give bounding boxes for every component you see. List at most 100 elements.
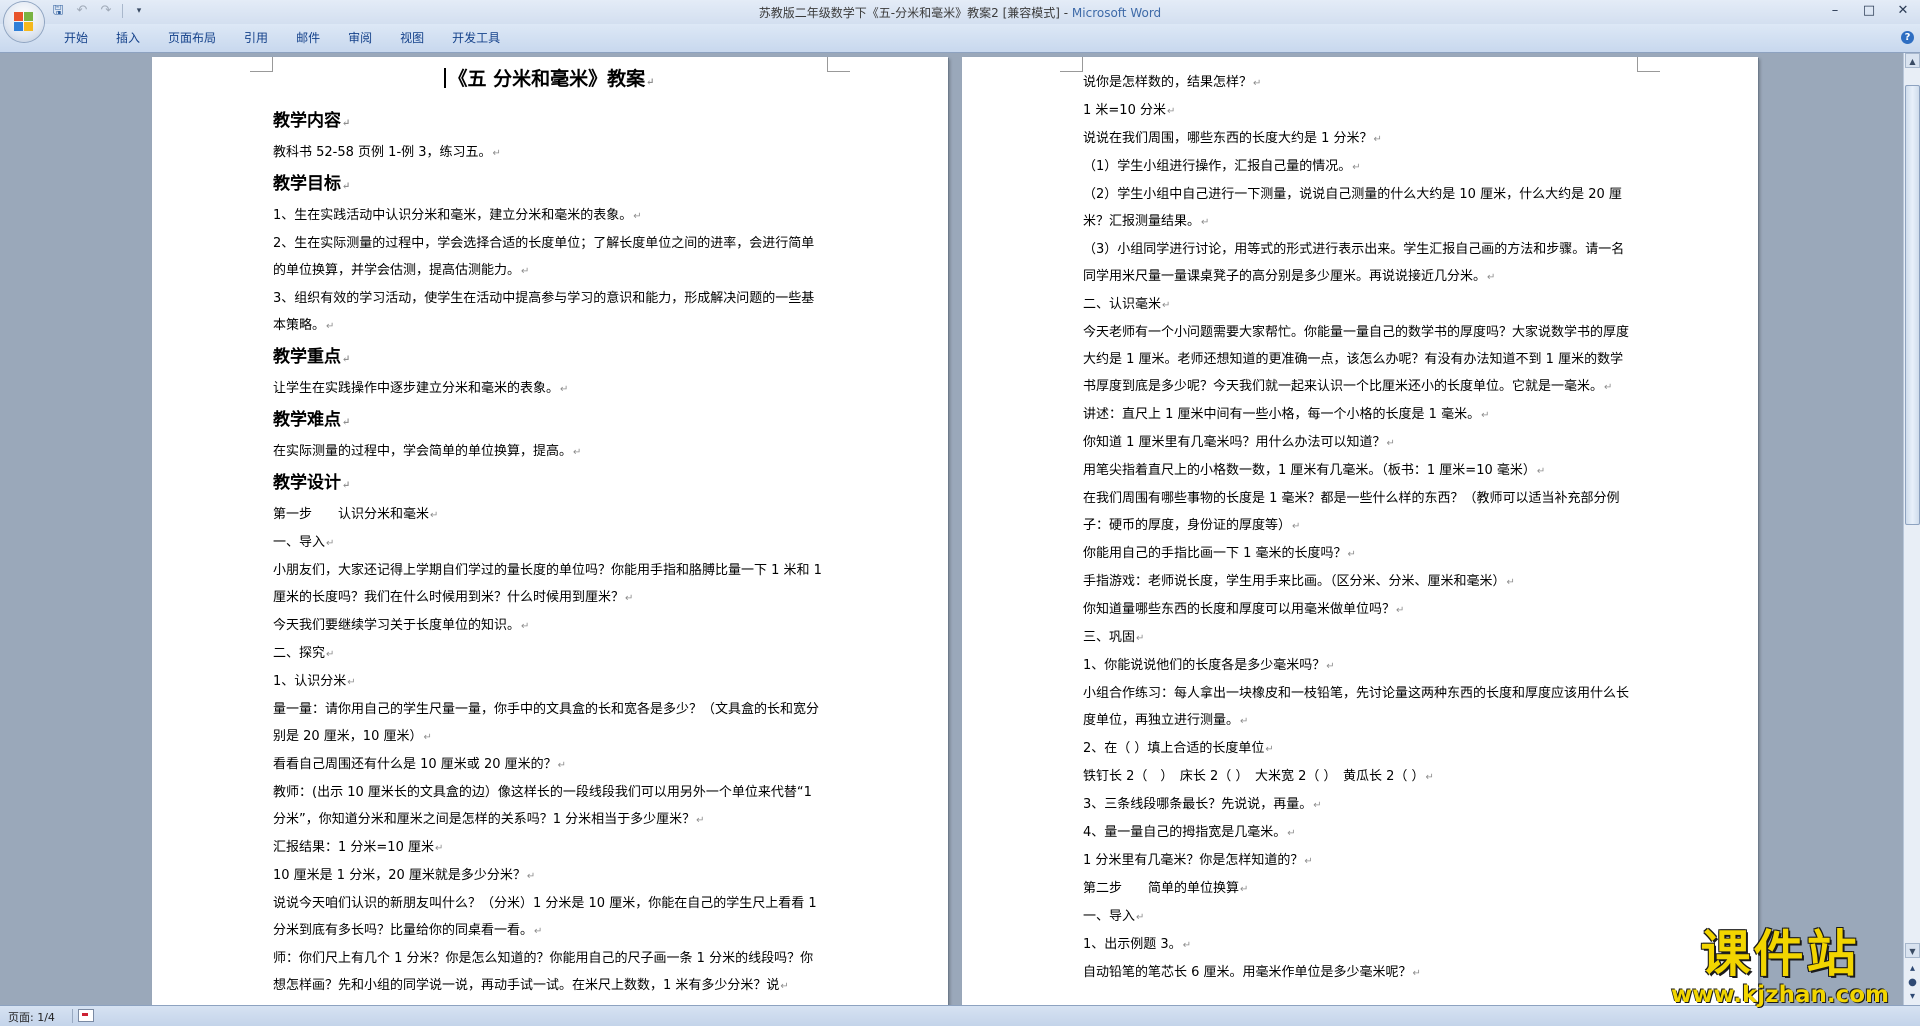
paragraph-text: 教师：(出示 10 厘米长的文具盒的边）像这样长的一段线段我们可以用另外一个单位… — [273, 785, 812, 827]
paragraph-text: 用笔尖指着直尺上的小格数一数，1 厘米有几毫米。（板书：1 厘米=10 毫米） — [1083, 463, 1536, 478]
help-icon[interactable]: ? — [1901, 31, 1914, 44]
page-content[interactable]: 《五 分米和毫米》教案↵ 教学内容↵ 教科书 52-58 页例 1-例 3，练习五。… — [273, 63, 826, 1000]
section-heading: 教学内容↵ — [273, 106, 826, 139]
window-title-app: Microsoft Word — [1071, 6, 1162, 20]
previous-page-icon[interactable]: ▴ — [1905, 961, 1920, 976]
page-count[interactable]: 页面: 1/4 — [8, 1009, 55, 1025]
paragraph-mark-icon: ↵ — [1386, 438, 1395, 449]
paragraph: 自动铅笔的笔芯长 6 厘米。用毫米作单位是多少毫米呢？↵ — [1083, 959, 1636, 987]
paragraph: 三、巩固↵ — [1083, 624, 1636, 652]
document-page-right[interactable]: 说你是怎样数的，结果怎样？↵ 1 米=10 分米↵ 说说在我们周围，哪些东西的长度大… — [962, 57, 1758, 1005]
watermark-url: www.kjzhan.com — [1671, 982, 1889, 1008]
paragraph-mark-icon: ↵ — [1604, 382, 1613, 393]
paragraph-text: 今天我们要继续学习关于长度单位的知识。 — [273, 618, 521, 633]
paragraph-text: 小组合作练习：每人拿出一块橡皮和一枝铅笔，先讨论量这两种东西的长度和厚度应该用什… — [1083, 686, 1630, 728]
paragraph-mark-icon: ↵ — [430, 510, 439, 521]
document-page-left[interactable]: 《五 分米和毫米》教案↵ 教学内容↵ 教科书 52-58 页例 1-例 3，练习五。… — [152, 57, 948, 1005]
paragraph: 2、在（ ）填上合适的长度单位↵ — [1083, 735, 1636, 763]
section-heading-text: 教学内容 — [273, 111, 341, 131]
minimize-icon[interactable]: – — [1818, 0, 1852, 22]
paragraph-mark-icon: ↵ — [1182, 940, 1192, 951]
section-heading-text: 教学难点 — [273, 410, 341, 430]
office-logo-icon — [14, 12, 34, 32]
paragraph-mark-icon: ↵ — [342, 354, 351, 365]
paragraph-mark-icon: ↵ — [326, 321, 335, 332]
close-icon[interactable]: ✕ — [1886, 0, 1920, 22]
paragraph-text: 3、组织有效的学习活动，使学生在活动中提高参与学习的意识和能力，形成解决问题的一… — [273, 291, 815, 333]
paragraph: 10 厘米是 1 分米，20 厘米就是多少分米？↵ — [273, 862, 826, 890]
tab-4[interactable]: 邮件 — [282, 29, 334, 47]
tab-7[interactable]: 开发工具 — [438, 29, 514, 47]
paragraph: 你知道 1 厘米里有几毫米吗？用什么办法可以知道？↵ — [1083, 429, 1636, 457]
paragraph: 用笔尖指着直尺上的小格数一数，1 厘米有几毫米。（板书：1 厘米=10 毫米）↵ — [1083, 457, 1636, 485]
tab-2[interactable]: 页面布局 — [154, 29, 230, 47]
paragraph: 3、组织有效的学习活动，使学生在活动中提高参与学习的意识和能力，形成解决问题的一… — [273, 285, 826, 340]
paragraph-text: 你知道 1 厘米里有几毫米吗？用什么办法可以知道？ — [1083, 435, 1386, 450]
browse-object-icon[interactable]: ● — [1905, 975, 1920, 990]
office-button[interactable] — [4, 2, 44, 42]
page-content[interactable]: 说你是怎样数的，结果怎样？↵ 1 米=10 分米↵ 说说在我们周围，哪些东西的长度大… — [1083, 69, 1636, 987]
scroll-thumb[interactable] — [1905, 85, 1920, 525]
section-heading: 教学目标↵ — [273, 169, 826, 202]
tab-1[interactable]: 插入 — [102, 29, 154, 47]
paragraph: 1、生在实践活动中认识分米和毫米，建立分米和毫米的表象。↵ — [273, 202, 826, 230]
tab-5[interactable]: 审阅 — [334, 29, 386, 47]
paragraph: 今天老师有一个小问题需要大家帮忙。你能量一量自己的数学书的厚度吗？大家说数学书的… — [1083, 319, 1636, 401]
tab-3[interactable]: 引用 — [230, 29, 282, 47]
paragraph: 1 米=10 分米↵ — [1083, 97, 1636, 125]
paragraph-mark-icon: ↵ — [1240, 716, 1249, 727]
document-workspace[interactable]: 《五 分米和毫米》教案↵ 教学内容↵ 教科书 52-58 页例 1-例 3，练习五。… — [0, 53, 1903, 1005]
paragraph-text: 2、生在实际测量的过程中，学会选择合适的长度单位；了解长度单位之间的进率，会进行… — [273, 236, 815, 278]
paragraph: 小朋友们，大家还记得上学期自们学过的量长度的单位吗？你能用手指和胳膊比量一下 1… — [273, 557, 826, 612]
section-heading-text: 教学设计 — [273, 473, 341, 493]
paragraph: 讲述：直尺上 1 厘米中间有一些小格，每一个小格的长度是 1 毫米。↵ — [1083, 401, 1636, 429]
site-watermark: 课件站 www.kjzhan.com — [1660, 925, 1900, 1007]
paragraph-text: （3）小组同学进行讨论，用等式的形式进行表示出来。学生汇报自己画的方法和步骤。请… — [1083, 242, 1625, 284]
document-title: 《五 分米和毫米》教案↵ — [273, 63, 826, 99]
scroll-down-icon[interactable]: ▼ — [1905, 943, 1920, 958]
next-page-icon[interactable]: ▾ — [1905, 989, 1920, 1004]
paragraph-text: 4、量一量自己的拇指宽是几毫米。 — [1083, 825, 1287, 840]
section-heading: 教学难点↵ — [273, 405, 826, 438]
paragraph-text: 说你是怎样数的，结果怎样？ — [1083, 75, 1253, 90]
paragraph-mark-icon: ↵ — [521, 621, 530, 632]
paragraph: 1、出示例题 3。↵ — [1083, 931, 1636, 959]
paragraph-mark-icon: ↵ — [1265, 744, 1274, 755]
paragraph-mark-icon: ↵ — [1326, 661, 1335, 672]
paragraph-mark-icon: ↵ — [633, 211, 642, 222]
restore-icon[interactable]: □ — [1852, 0, 1886, 22]
vertical-scrollbar[interactable]: ▲ ▼ ▴ ● ▾ — [1903, 53, 1920, 1005]
paragraph-text: 在我们周围有哪些事物的长度是 1 毫米？都是一些什么样的东西？（教师可以适当补充… — [1083, 491, 1620, 533]
paragraph-text: 说说今天咱们认识的新朋友叫什么？（分米）1 分米是 10 厘米，你能在自己的学生… — [273, 896, 817, 938]
title-bar: 🖫 ↶ ↷ ▾ 苏教版二年级数学下《五-分米和毫米》教案2 [兼容模式] - M… — [0, 0, 1920, 42]
corner-mark — [250, 57, 273, 72]
paragraph-mark-icon: ↵ — [1166, 106, 1176, 117]
paragraph-text: 三、巩固 — [1083, 630, 1136, 645]
paragraph-text: （2）学生小组中自己进行一下测量，说说自己测量的什么大约是 10 厘米，什么大约… — [1083, 187, 1622, 229]
paragraph-mark-icon: ↵ — [560, 384, 569, 395]
paragraph-text: 让学生在实践操作中逐步建立分米和毫米的表象。 — [273, 381, 560, 396]
paragraph-text: 1、生在实践活动中认识分米和毫米，建立分米和毫米的表象。 — [273, 208, 633, 223]
status-divider — [72, 1009, 73, 1023]
paragraph-text: 3、三条线段哪条最长？先说说，再量。 — [1083, 797, 1313, 812]
paragraph-mark-icon: ↵ — [526, 871, 536, 882]
paragraph-mark-icon: ↵ — [492, 148, 501, 159]
paragraph: 在我们周围有哪些事物的长度是 1 毫米？都是一些什么样的东西？（教师可以适当补充… — [1083, 485, 1636, 540]
paragraph-mark-icon: ↵ — [780, 981, 789, 992]
paragraph: 第二步 简单的单位换算↵ — [1083, 875, 1636, 903]
proofing-icon[interactable] — [78, 1009, 94, 1022]
paragraph-text: 第一步 认识分米和毫米 — [273, 507, 430, 522]
paragraph-mark-icon: ↵ — [573, 447, 582, 458]
window-title-document: 苏教版二年级数学下《五-分米和毫米》教案2 [兼容模式] - — [758, 6, 1072, 20]
paragraph-text: （1）学生小组进行操作，汇报自己量的情况。 — [1083, 159, 1352, 174]
tab-0[interactable]: 开始 — [50, 29, 102, 47]
paragraph: 1 分米里有几毫米？你是怎样知道的？↵ — [1083, 847, 1636, 875]
paragraph-text: 你知道量哪些东西的长度和厚度可以用毫米做单位吗？ — [1083, 602, 1396, 617]
paragraph-mark-icon: ↵ — [1292, 521, 1301, 532]
tab-6[interactable]: 视图 — [386, 29, 438, 47]
scroll-up-icon[interactable]: ▲ — [1905, 53, 1920, 68]
paragraph-text: 一、导入 — [273, 535, 326, 550]
paragraph: 二、探究↵ — [273, 640, 826, 668]
paragraph: 教科书 52-58 页例 1-例 3，练习五。↵ — [273, 139, 826, 167]
paragraph-mark-icon: ↵ — [1373, 134, 1382, 145]
